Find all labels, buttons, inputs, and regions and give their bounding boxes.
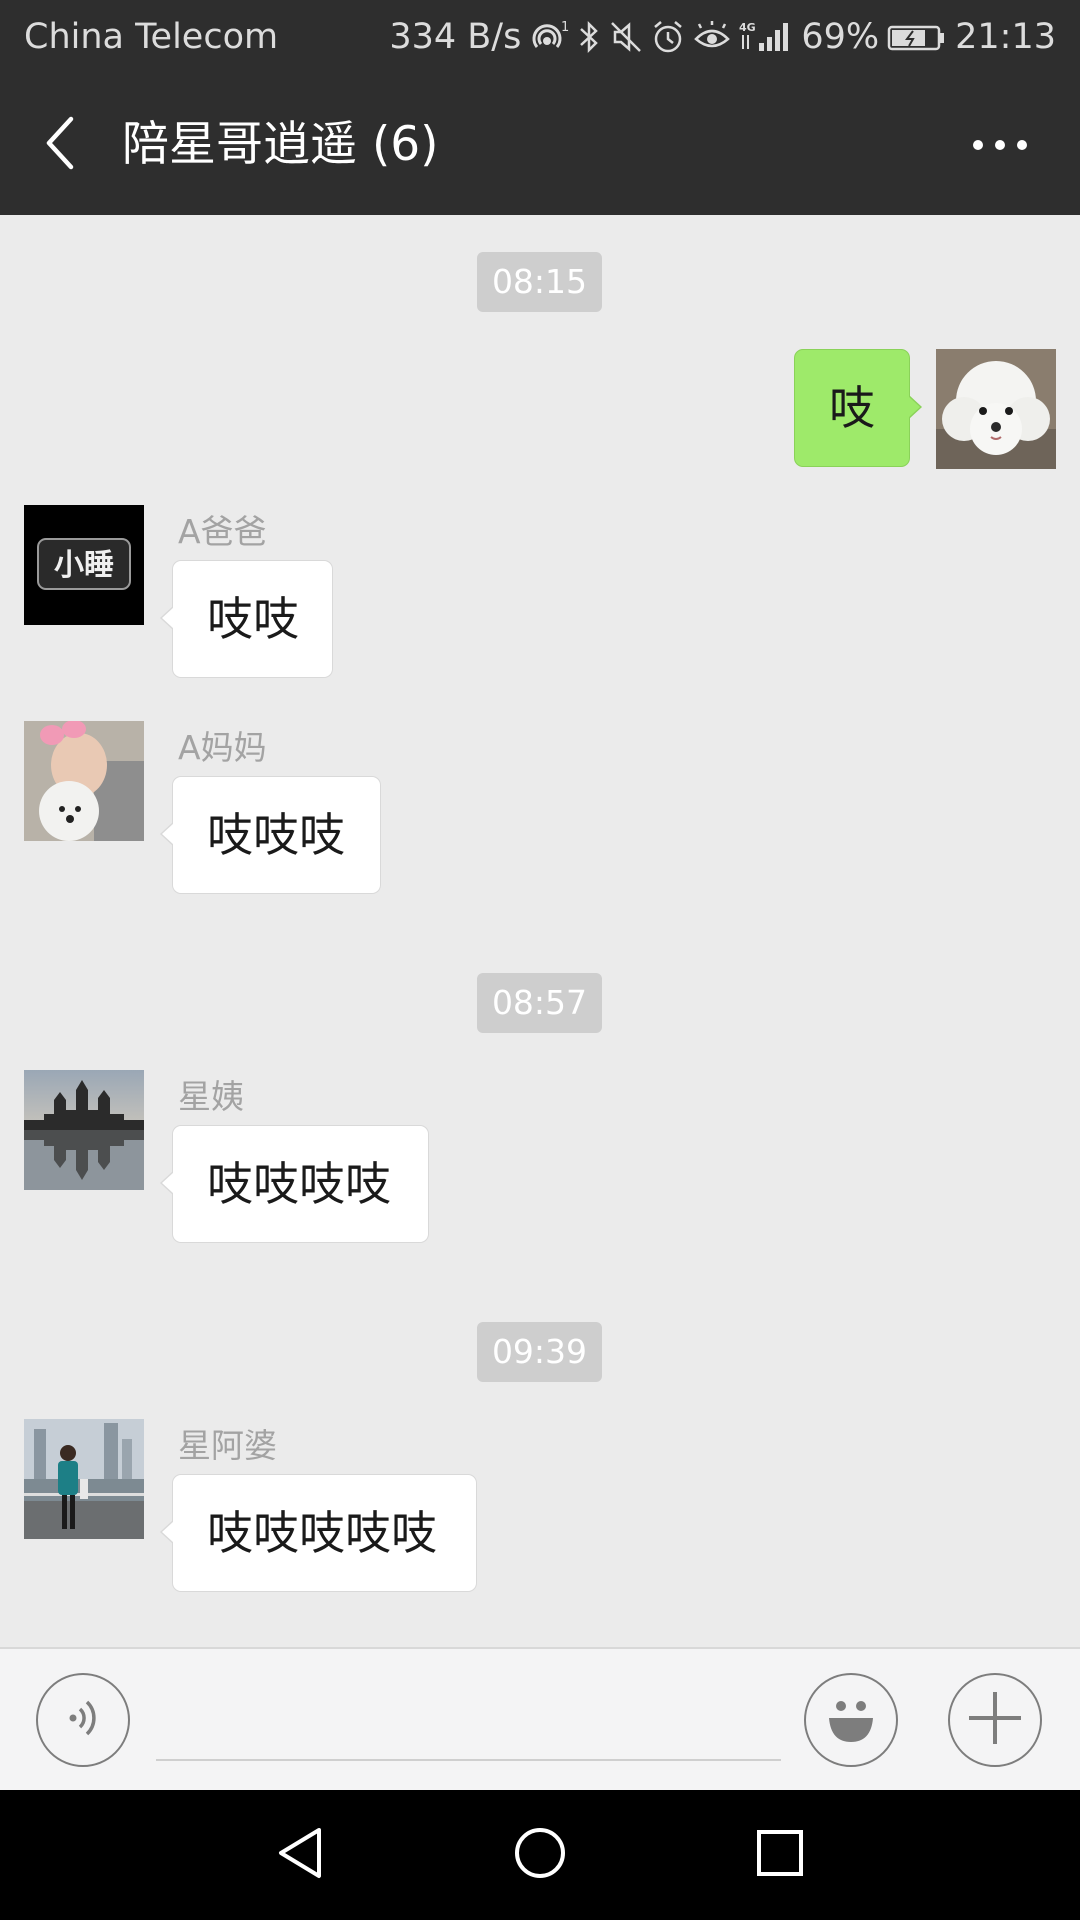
mute-icon (609, 16, 643, 58)
nav-recents-button[interactable] (740, 1820, 820, 1890)
system-nav-bar (0, 1790, 1080, 1920)
voice-button[interactable] (36, 1673, 130, 1767)
plus-icon (965, 1688, 1025, 1752)
svg-text:1: 1 (561, 20, 569, 35)
page-title: 陪星哥逍遥 (6) (122, 117, 439, 172)
battery-percent: 69% (801, 17, 880, 57)
poodle-avatar[interactable] (936, 349, 1056, 469)
back-arrow-icon (43, 115, 77, 175)
back-button[interactable] (30, 110, 90, 180)
sender-name: A爸爸 (178, 512, 267, 551)
eye-icon (693, 16, 731, 58)
sleep-text-avatar[interactable]: 小睡 (24, 505, 144, 625)
sender-name: 星阿婆 (178, 1426, 277, 1465)
temple-reflection-avatar[interactable] (24, 1070, 144, 1190)
status-indicators: 334 B/s 1 4G 69% 21:13 (389, 16, 1056, 58)
nav-home-button[interactable] (500, 1820, 580, 1890)
nav-recents-icon (755, 1828, 805, 1882)
clock-time: 21:13 (955, 17, 1056, 57)
hotspot-icon: 1 (529, 16, 569, 58)
network-speed: 334 B/s (389, 17, 522, 57)
nav-back-icon (275, 1826, 325, 1884)
bluetooth-icon (577, 16, 601, 58)
input-bar (0, 1647, 1080, 1790)
status-bar: China Telecom 334 B/s 1 4G 69% 21:13 (0, 0, 1080, 75)
message-bubble[interactable]: 吱吱吱吱吱 (160, 1474, 477, 1592)
chat-header: 陪星哥逍遥 (6) (0, 75, 1080, 215)
message-bubble[interactable]: 吱吱 (160, 560, 333, 678)
avatar-caption: 小睡 (54, 548, 114, 583)
nav-back-button[interactable] (260, 1820, 340, 1890)
timestamp: 08:57 (477, 973, 602, 1033)
battery-icon (887, 16, 947, 58)
message-bubble[interactable]: 吱吱吱吱 (160, 1125, 429, 1243)
more-options-button[interactable] (960, 115, 1040, 175)
voice-icon (61, 1696, 105, 1744)
more-dots-icon (972, 136, 1028, 155)
add-more-button[interactable] (948, 1673, 1042, 1767)
sender-name: A妈妈 (178, 728, 267, 767)
message-input[interactable] (156, 1679, 781, 1761)
carrier-name: China Telecom (24, 17, 279, 57)
signal-4g-icon: 4G (739, 16, 793, 58)
timestamp: 09:39 (477, 1322, 602, 1382)
svg-text:4G: 4G (739, 21, 756, 34)
lady-riverside-avatar[interactable] (24, 1419, 144, 1539)
my-message-bubble[interactable]: 吱 (794, 349, 922, 467)
message-bubble[interactable]: 吱吱吱 (160, 776, 381, 894)
timestamp: 08:15 (477, 252, 602, 312)
emoji-icon (821, 1688, 881, 1752)
woman-with-dog-avatar[interactable] (24, 721, 144, 841)
sender-name: 星姨 (178, 1077, 244, 1116)
nav-home-icon (513, 1826, 567, 1884)
alarm-icon (651, 16, 685, 58)
emoji-button[interactable] (804, 1673, 898, 1767)
